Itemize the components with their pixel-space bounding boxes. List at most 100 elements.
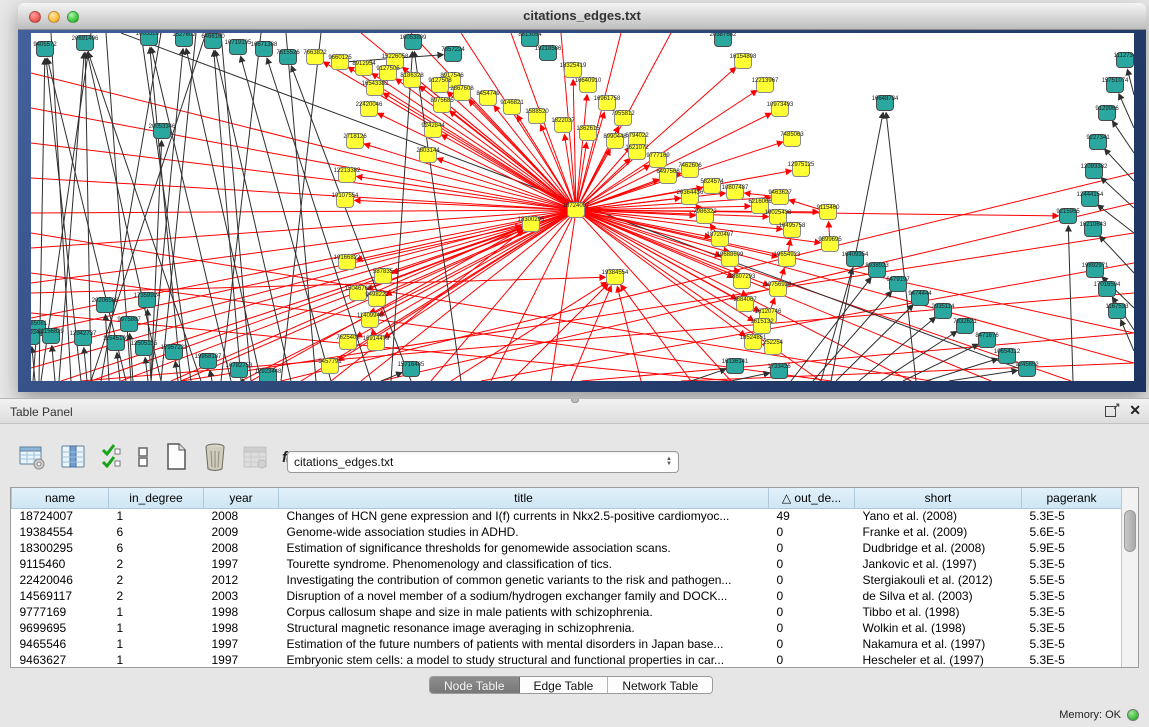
graph-node[interactable]: 7986322 xyxy=(693,209,717,224)
graph-edge[interactable] xyxy=(31,273,831,381)
graph-edge[interactable] xyxy=(84,348,87,381)
graph-node[interactable]: 16640910 xyxy=(575,78,602,93)
graph-edge[interactable] xyxy=(576,210,1134,333)
graph-node[interactable]: 12975125 xyxy=(788,162,815,177)
graph-edge[interactable] xyxy=(1113,121,1134,153)
graph-node[interactable]: 6497568 xyxy=(656,169,680,184)
graph-node[interactable]: 8990448 xyxy=(603,134,627,149)
column-header-0[interactable]: name xyxy=(12,488,109,508)
graph-node[interactable]: 1112734 xyxy=(1114,53,1134,68)
graph-edge[interactable] xyxy=(117,353,120,381)
graph-edge[interactable] xyxy=(1121,320,1134,351)
graph-node[interactable]: 9146821 xyxy=(500,100,524,115)
table-row[interactable]: 977716911998Corpus callosum shape and si… xyxy=(12,604,1122,620)
close-panel-icon[interactable]: ✕ xyxy=(1129,403,1141,417)
graph-edge[interactable] xyxy=(31,210,576,213)
graph-edge[interactable] xyxy=(836,305,913,381)
column-chooser-icon[interactable] xyxy=(60,443,86,471)
graph-node[interactable]: 19384554 xyxy=(602,270,629,285)
graph-node[interactable]: 2803144 xyxy=(416,148,440,163)
graph-node[interactable]: 12942737 xyxy=(70,331,97,346)
graph-node[interactable]: 7462606 xyxy=(678,163,702,178)
new-document-icon[interactable] xyxy=(164,442,188,472)
graph-node[interactable]: 9405572 xyxy=(33,42,57,57)
graph-edge[interactable] xyxy=(731,373,769,381)
tab-edge-table[interactable]: Edge Table xyxy=(520,677,609,693)
graph-edge[interactable] xyxy=(1119,94,1134,128)
panel-resize-handle[interactable] xyxy=(571,399,579,403)
graph-node[interactable]: 16210643 xyxy=(1080,222,1107,237)
graph-node[interactable]: 7857224 xyxy=(441,47,465,62)
column-header-1[interactable]: in_degree xyxy=(109,488,204,508)
graph-node[interactable]: 1733426 xyxy=(767,364,791,379)
graph-node[interactable]: 10719195 xyxy=(225,40,252,55)
graph-node[interactable]: 9777169 xyxy=(646,153,670,168)
graph-node[interactable]: 9899695 xyxy=(818,237,842,252)
tab-network-table[interactable]: Network Table xyxy=(608,677,712,693)
graph-node[interactable]: 9215955 xyxy=(1056,209,1080,224)
graph-node[interactable]: 9463627 xyxy=(768,190,792,205)
graph-edge[interactable] xyxy=(151,48,231,381)
graph-edge[interactable] xyxy=(52,346,55,381)
graph-node[interactable]: 20387682 xyxy=(710,33,737,47)
graph-node[interactable]: 16543382 xyxy=(362,81,389,96)
graph-node[interactable]: 15716485 xyxy=(398,362,425,377)
column-header-5[interactable]: short xyxy=(855,488,1022,508)
graph-node[interactable]: 10107554 xyxy=(332,193,359,208)
graph-edge[interactable] xyxy=(251,229,522,381)
graph-node[interactable]: 9660125 xyxy=(328,55,352,70)
graph-edge[interactable] xyxy=(621,285,691,381)
graph-node[interactable]: 10973493 xyxy=(767,102,794,117)
column-header-3[interactable]: title xyxy=(279,488,769,508)
graph-edge[interactable] xyxy=(186,49,261,381)
graph-node[interactable]: 7625402 xyxy=(336,335,360,350)
table-row[interactable]: 2242004622012Investigating the contribut… xyxy=(12,572,1122,588)
graph-edge[interactable] xyxy=(1098,205,1134,233)
graph-node[interactable]: 12093382 xyxy=(1081,164,1108,179)
graph-node[interactable]: 8186328 xyxy=(400,73,424,88)
graph-edge[interactable] xyxy=(391,52,412,381)
graph-node[interactable]: 587835 xyxy=(373,269,394,284)
graph-node[interactable]: 9115460 xyxy=(817,205,841,220)
table-row[interactable]: 1872400712008Changes of HCN gene express… xyxy=(12,508,1122,524)
graph-edge[interactable] xyxy=(150,48,181,381)
graph-node[interactable]: 2935114 xyxy=(932,304,956,319)
graph-edge[interactable] xyxy=(372,74,576,210)
graph-node[interactable]: 16495758 xyxy=(779,223,806,238)
graph-node[interactable]: 1588520 xyxy=(525,109,549,124)
graph-node[interactable]: 16053809 xyxy=(400,35,427,50)
graph-node[interactable]: 9457791 xyxy=(318,359,342,374)
graph-node[interactable]: 9498222 xyxy=(365,292,389,307)
graph-node[interactable]: 11156829 xyxy=(38,329,64,344)
graph-node[interactable]: 7832621 xyxy=(953,319,977,334)
graph-node[interactable]: 1615132 xyxy=(750,319,774,334)
graph-node[interactable]: 7615526 xyxy=(276,50,300,65)
network-graph[interactable]: 9405572 20691406 10653267 1527602 646616… xyxy=(31,33,1134,381)
graph-node[interactable]: 16961758 xyxy=(594,96,621,111)
graph-edge[interactable] xyxy=(1068,226,1073,381)
float-panel-icon[interactable] xyxy=(1105,404,1119,417)
graph-node[interactable]: 9474444 xyxy=(908,291,932,306)
table-row[interactable]: 946554611997Estimation of the future num… xyxy=(12,636,1122,652)
graph-edge[interactable] xyxy=(949,371,1017,382)
graph-node[interactable]: 9245652 xyxy=(1015,362,1039,377)
graph-node[interactable]: 12213967 xyxy=(752,78,779,93)
graph-node[interactable]: 9242844 xyxy=(421,123,445,138)
graph-node[interactable]: 8912954 xyxy=(352,61,376,76)
graph-node[interactable]: 1527602 xyxy=(172,33,196,47)
graph-node[interactable]: 10807487 xyxy=(722,185,749,200)
table-row[interactable]: 969969511998Structural magnetic resonanc… xyxy=(12,620,1122,636)
window-titlebar[interactable]: citations_edges.txt xyxy=(18,3,1146,30)
graph-node[interactable]: 8938923 xyxy=(865,263,889,278)
column-header-6[interactable]: pagerank xyxy=(1022,488,1122,508)
graph-node[interactable]: 6466160 xyxy=(201,34,225,49)
column-header-2[interactable]: year xyxy=(204,488,279,508)
graph-edge[interactable] xyxy=(31,143,576,210)
graph-node[interactable]: 16671388 xyxy=(251,42,278,57)
graph-node[interactable]: 12444154 xyxy=(1077,192,1104,207)
table-row[interactable]: 1830029562008Estimation of significance … xyxy=(12,540,1122,556)
graph-edge[interactable] xyxy=(926,359,997,381)
graph-node[interactable]: 1362615 xyxy=(576,126,600,141)
graph-node[interactable]: 16154808 xyxy=(730,54,757,69)
graph-node[interactable]: 19892971 xyxy=(1082,263,1109,278)
